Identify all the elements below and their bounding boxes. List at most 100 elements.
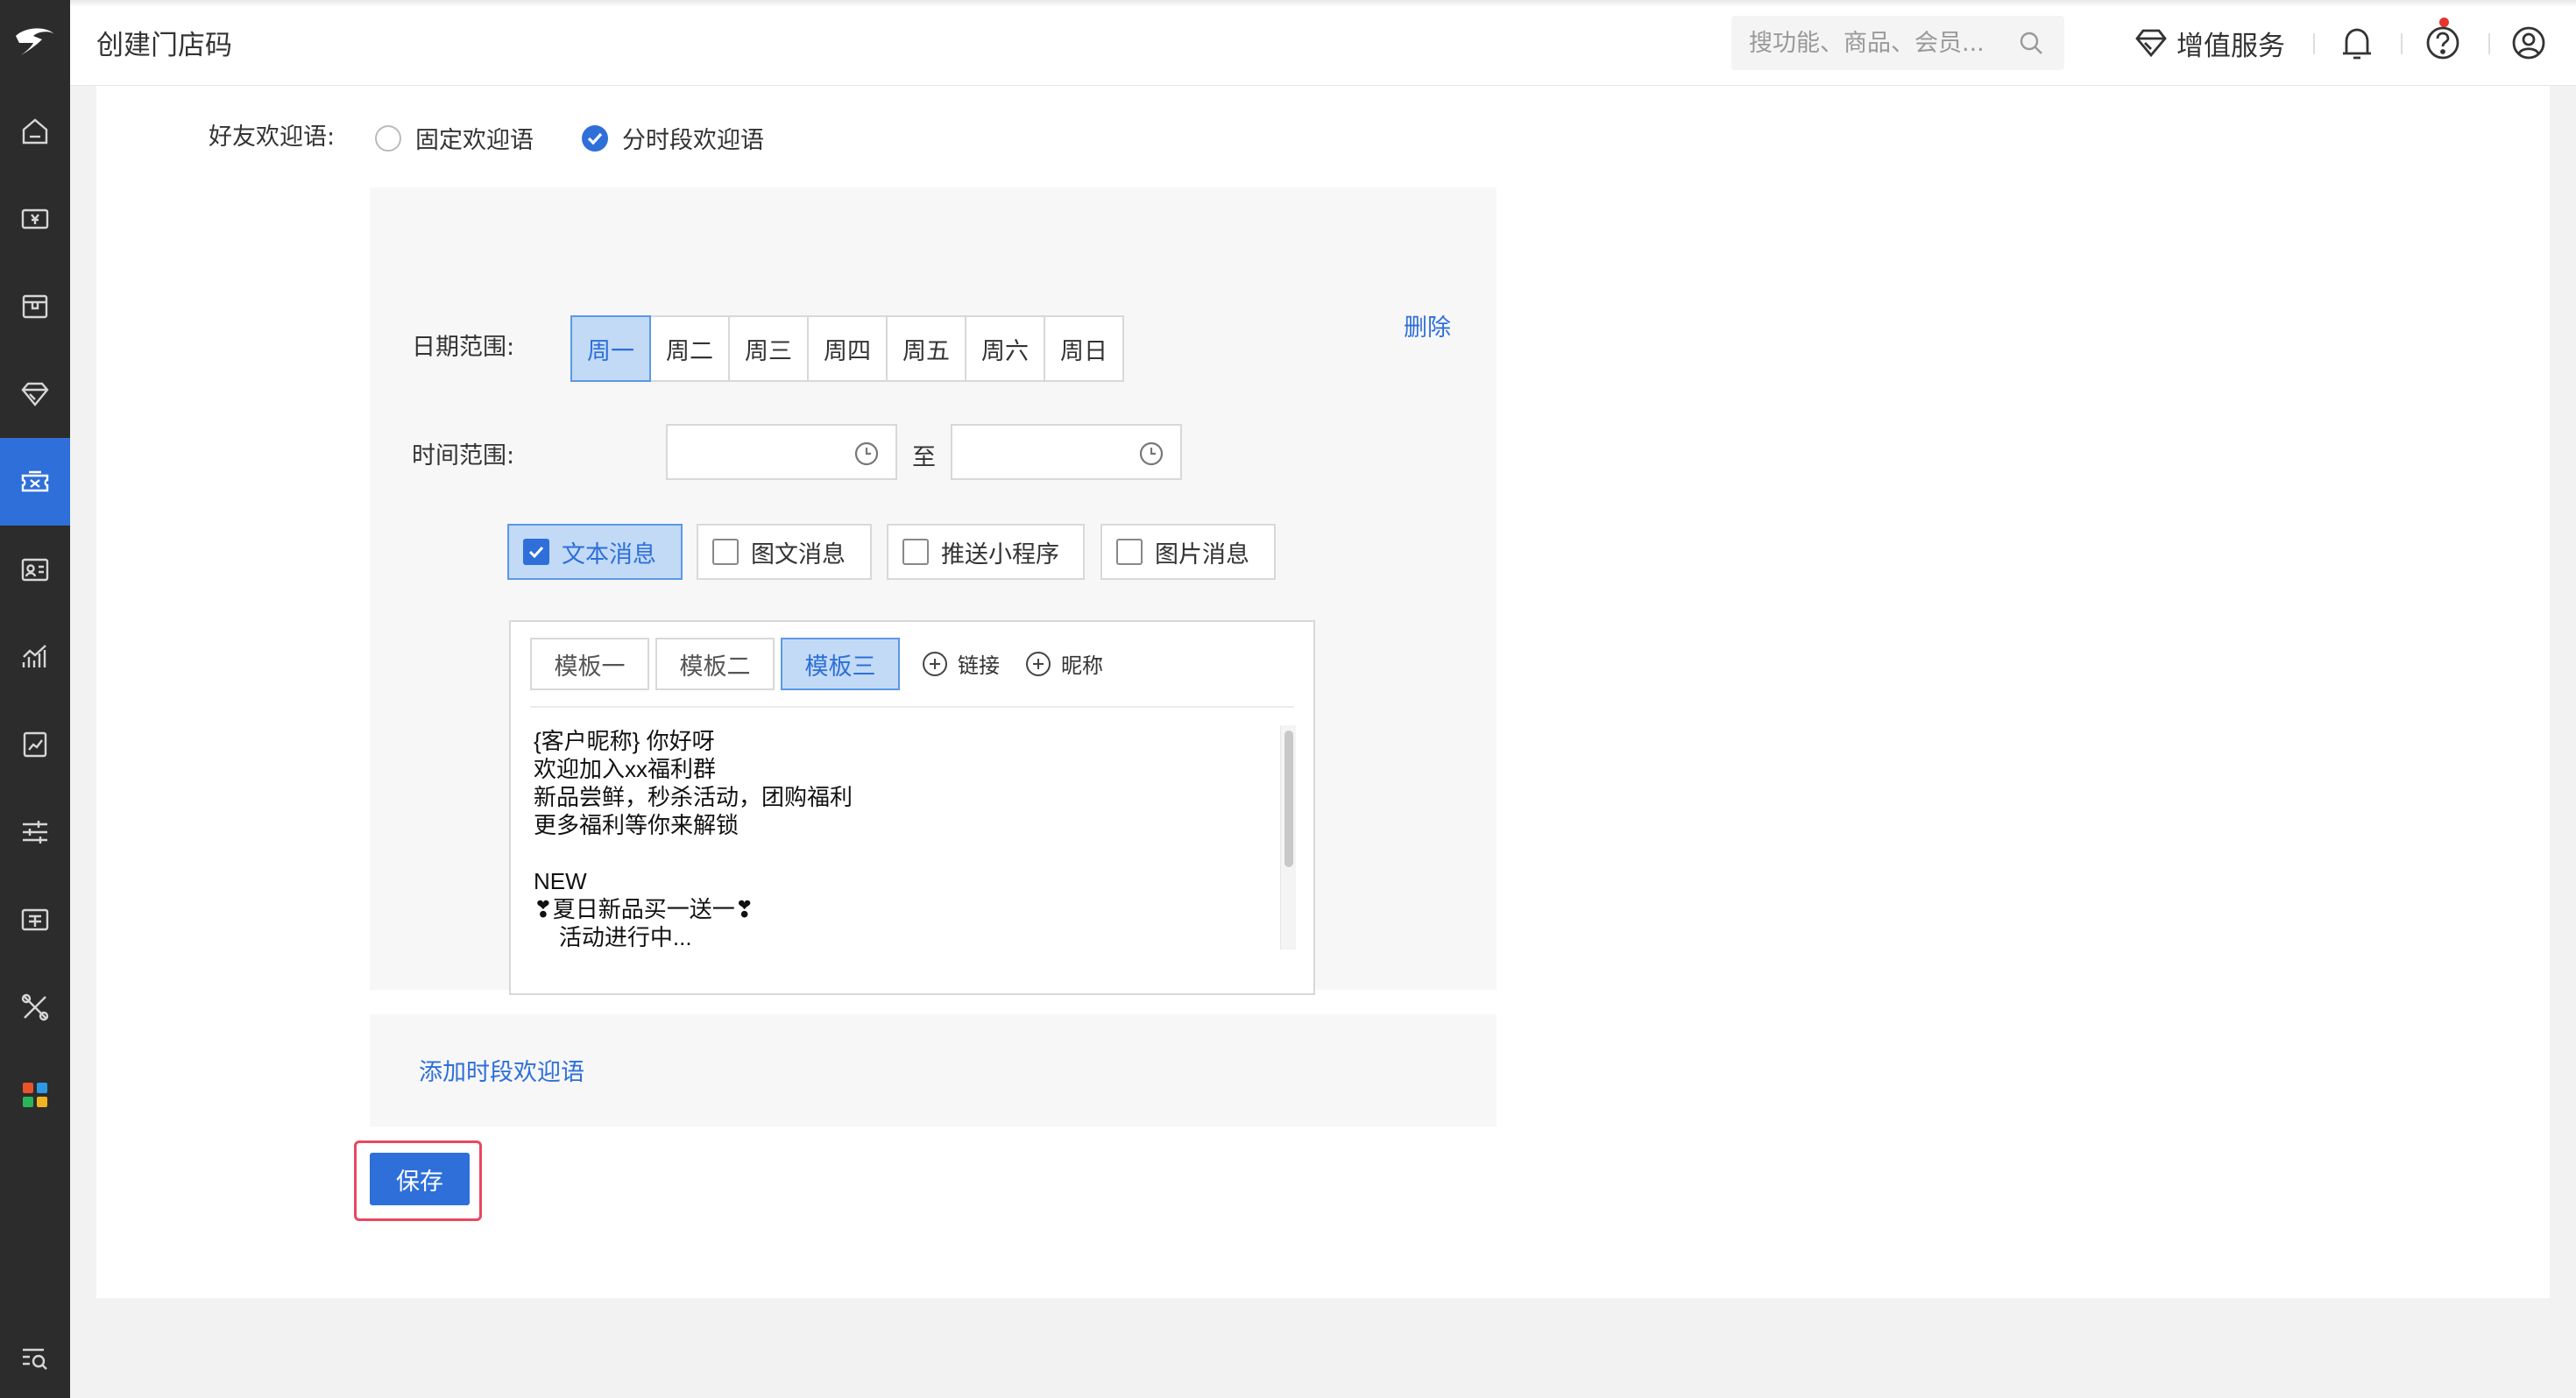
editor-scrollbar[interactable]	[1280, 725, 1296, 950]
sidebar-item-member[interactable]	[0, 350, 70, 438]
chart-icon	[22, 645, 46, 667]
msg-type-label: 推送小程序	[941, 540, 1059, 568]
sidebar-item-settings[interactable]	[0, 788, 70, 876]
checkbox[interactable]	[902, 539, 929, 565]
help-icon[interactable]	[2425, 25, 2460, 60]
app-logo[interactable]	[0, 0, 70, 86]
message-line: {客户昵称} 你好呀	[534, 728, 715, 754]
checkbox-checked[interactable]	[523, 539, 549, 565]
id-card-icon	[21, 558, 49, 582]
checkbox[interactable]	[712, 539, 739, 565]
sidebar-item-data[interactable]	[0, 613, 70, 701]
time-range-label: 时间范围:	[412, 442, 515, 470]
date-range-label: 日期范围:	[412, 334, 515, 361]
clock-icon	[854, 441, 879, 466]
insert-nickname-button[interactable]: 昵称	[1024, 648, 1103, 679]
msg-type-mini-program[interactable]: 推送小程序	[887, 524, 1085, 580]
day-button-thu[interactable]: 周四	[807, 315, 888, 382]
welcome-type-label: 好友欢迎语:	[209, 124, 336, 151]
coupon-icon	[21, 470, 49, 492]
day-button-mon[interactable]: 周一	[570, 315, 651, 382]
insert-nickname-label: 昵称	[1061, 653, 1103, 678]
user-avatar-icon[interactable]	[2511, 25, 2546, 60]
sidebar-item-report[interactable]	[0, 701, 70, 788]
start-time-input[interactable]	[666, 424, 897, 480]
plus-circle-icon	[923, 651, 947, 676]
template-button-2[interactable]: 模板二	[655, 638, 775, 690]
checkbox[interactable]	[1116, 539, 1143, 565]
home-icon	[22, 118, 48, 145]
logo-icon	[16, 28, 54, 55]
diamond-icon	[21, 382, 49, 406]
sidebar-item-home[interactable]	[0, 88, 70, 175]
apps-icon	[23, 1083, 47, 1107]
radio-circle[interactable]	[375, 124, 401, 152]
message-line: 活动进行中...	[534, 924, 692, 950]
msg-type-image-text[interactable]: 图文消息	[697, 524, 872, 580]
template-button-1[interactable]: 模板一	[530, 638, 649, 690]
radio-circle-checked[interactable]	[582, 124, 608, 152]
radio-fixed-welcome[interactable]: 固定欢迎语	[375, 121, 534, 155]
clock-icon	[1139, 441, 1164, 466]
ticket-icon	[21, 908, 49, 931]
msg-type-label: 图片消息	[1155, 540, 1249, 568]
top-bar: 创建门店码 增值服务	[70, 0, 2576, 86]
radio-timed-welcome[interactable]: 分时段欢迎语	[582, 121, 764, 155]
time-to-label: 至	[912, 444, 936, 471]
box-icon	[22, 294, 48, 319]
end-time-input[interactable]	[951, 424, 1182, 480]
msg-type-label: 图文消息	[751, 540, 846, 568]
save-button[interactable]: 保存	[370, 1153, 470, 1205]
sidebar-item-search-list[interactable]	[0, 1314, 70, 1398]
radio-label: 固定欢迎语	[415, 127, 534, 154]
template-button-3[interactable]: 模板三	[781, 638, 900, 690]
sidebar-item-goods[interactable]	[0, 263, 70, 350]
message-line: 欢迎加入xx福利群	[534, 756, 717, 782]
sidebar-item-marketing[interactable]	[0, 438, 70, 526]
editor-divider	[530, 706, 1294, 708]
delete-link[interactable]: 删除	[1404, 308, 1451, 342]
insert-link-button[interactable]: 链接	[921, 648, 1000, 679]
sidebar-item-finance[interactable]	[0, 175, 70, 263]
sidebar-item-apps[interactable]	[0, 1051, 70, 1139]
divider	[2313, 33, 2315, 54]
msg-type-image[interactable]: 图片消息	[1100, 524, 1276, 580]
global-search[interactable]	[1731, 16, 2064, 70]
msg-type-text[interactable]: 文本消息	[507, 524, 683, 580]
page-title: 创建门店码	[96, 30, 232, 61]
bell-icon[interactable]	[2339, 25, 2374, 62]
diamond-icon	[2135, 29, 2167, 58]
timed-welcome-panel: 日期范围: 删除 周一 周二 周三 周四 周五 周六 周日 时间范围: 至 文本…	[370, 187, 1497, 995]
message-line	[534, 839, 853, 867]
search-icon[interactable]	[2019, 31, 2043, 55]
weekday-selector: 周一 周二 周三 周四 周五 周六 周日	[570, 315, 1124, 382]
content-card: 好友欢迎语: 固定欢迎语 分时段欢迎语 日期范围: 删除 周一 周二 周三 周四…	[96, 86, 2550, 1298]
message-line: ❣夏日新品买一送一❣	[534, 896, 754, 922]
day-button-sat[interactable]: 周六	[965, 315, 1045, 382]
settings-sliders-icon	[23, 821, 47, 844]
vas-label: 增值服务	[2176, 30, 2285, 62]
day-button-fri[interactable]: 周五	[886, 315, 966, 382]
message-line: 更多福利等你来解锁	[534, 812, 740, 838]
value-added-services[interactable]: 增值服务	[2134, 21, 2285, 65]
search-input[interactable]	[1749, 16, 2012, 70]
sidebar-item-tools[interactable]	[0, 964, 70, 1051]
day-button-wed[interactable]: 周三	[728, 315, 809, 382]
report-icon	[23, 731, 47, 758]
add-period-section: 添加时段欢迎语	[370, 1014, 1497, 1126]
sidebar-item-ticket[interactable]	[0, 876, 70, 964]
divider	[2401, 33, 2403, 54]
radio-label: 分时段欢迎语	[622, 127, 764, 154]
insert-link-label: 链接	[958, 653, 1000, 678]
plus-circle-icon	[1026, 651, 1051, 676]
check-icon	[587, 132, 603, 145]
check-icon	[528, 546, 544, 559]
scrollbar-thumb[interactable]	[1284, 731, 1293, 867]
message-line: NEW	[534, 868, 587, 894]
day-button-tue[interactable]: 周二	[649, 315, 730, 382]
message-textarea[interactable]: {客户昵称} 你好呀 欢迎加入xx福利群 新品尝鲜，秒杀活动，团购福利 更多福利…	[534, 727, 853, 951]
add-period-link[interactable]: 添加时段欢迎语	[419, 1053, 584, 1087]
day-button-sun[interactable]: 周日	[1044, 315, 1124, 382]
sidebar	[0, 0, 70, 1398]
sidebar-item-customer[interactable]	[0, 526, 70, 613]
